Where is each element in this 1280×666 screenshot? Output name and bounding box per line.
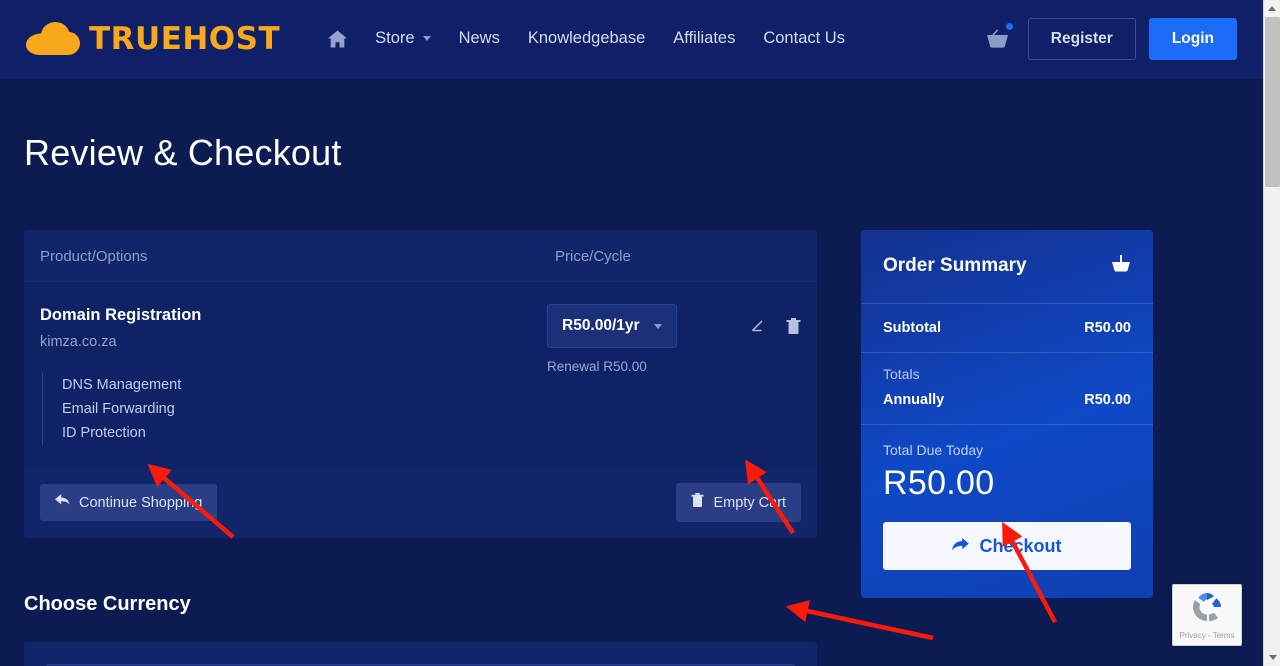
header-actions: Register Login (981, 17, 1237, 60)
scrollbar-up-arrow[interactable] (1264, 0, 1280, 17)
site-header: TRUEHOST Store News Knowledgebase Affili… (0, 0, 1263, 78)
login-button[interactable]: Login (1148, 17, 1237, 60)
browser-viewport: TRUEHOST Store News Knowledgebase Affili… (0, 0, 1263, 666)
chevron-down-icon (422, 36, 431, 41)
cart-table-header: Product/Options Price/Cycle (24, 230, 817, 282)
subtotal-value: R50.00 (1084, 320, 1131, 336)
renewal-price: Renewal R50.00 (547, 359, 647, 374)
summary-column: Order Summary Subtotal R50.00 Totals Ann… (861, 230, 1153, 598)
column-header-product: Product/Options (40, 248, 148, 265)
order-summary-title: Order Summary (883, 255, 1027, 276)
order-summary-header: Order Summary (861, 230, 1153, 304)
nav-item-label: Contact Us (763, 29, 845, 47)
nav-item-home[interactable] (314, 20, 361, 58)
table-row: Domain Registration kimza.co.za DNS Mana… (24, 282, 817, 469)
currency-panel: ZAR (24, 642, 817, 666)
cart-column: Product/Options Price/Cycle Domain Regis… (24, 230, 817, 666)
main-nav: Store News Knowledgebase Affiliates Cont… (314, 19, 859, 58)
addon-item: ID Protection (62, 425, 146, 441)
currency-heading: Choose Currency (24, 593, 191, 615)
summary-totals-block: Totals Annually R50.00 (861, 353, 1153, 425)
continue-shopping-button[interactable]: Continue Shopping (40, 484, 218, 521)
nav-item-news[interactable]: News (445, 19, 514, 58)
chevron-down-icon (654, 323, 662, 329)
cart-item-addons: DNS Management Email Forwarding ID Prote… (42, 373, 547, 445)
continue-shopping-label: Continue Shopping (79, 494, 203, 511)
pencil-icon[interactable] (750, 318, 767, 340)
checkout-label: Checkout (979, 535, 1062, 556)
nav-item-contact-us[interactable]: Contact Us (749, 19, 859, 58)
summary-subtotal-row: Subtotal R50.00 (861, 304, 1153, 353)
cart-item-price-cell: R50.00/1yr Renewal R50.00 (547, 304, 801, 445)
cart-badge-dot (1005, 22, 1013, 30)
nav-item-label: Knowledgebase (527, 29, 646, 47)
recaptcha-icon (1190, 590, 1224, 629)
price-block: R50.00/1yr Renewal R50.00 (547, 304, 677, 374)
annually-label: Annually (883, 392, 945, 408)
nav-item-label: Store (375, 29, 415, 47)
page-title: Review & Checkout (24, 132, 342, 173)
cart-button[interactable] (981, 22, 1015, 56)
nav-item-affiliates[interactable]: Affiliates (659, 19, 749, 58)
main-content: Review & Checkout Product/Options Price/… (0, 78, 1263, 666)
trash-icon (691, 493, 704, 512)
totals-label: Totals (883, 366, 920, 382)
nav-item-knowledgebase[interactable]: Knowledgebase (514, 19, 659, 58)
cart-footer: Continue Shopping Empty Cart (24, 469, 817, 538)
billing-cycle-select[interactable]: R50.00/1yr (547, 304, 677, 348)
checkout-button[interactable]: Checkout (883, 522, 1131, 570)
home-icon (328, 29, 348, 48)
logo-text: TRUEHOST (89, 20, 281, 57)
order-summary-panel: Order Summary Subtotal R50.00 Totals Ann… (861, 230, 1153, 598)
shopping-basket-icon (986, 28, 1009, 49)
cart-table: Product/Options Price/Cycle Domain Regis… (24, 230, 817, 538)
logo[interactable]: TRUEHOST (26, 21, 280, 57)
column-header-price: Price/Cycle (555, 248, 631, 265)
subtotal-label: Subtotal (883, 320, 941, 336)
basket-icon (1111, 255, 1131, 277)
empty-cart-button[interactable]: Empty Cart (676, 483, 801, 522)
empty-cart-label: Empty Cart (713, 494, 786, 511)
cart-item-name: Domain Registration (40, 306, 202, 324)
checkout-layout: Product/Options Price/Cycle Domain Regis… (24, 230, 1239, 666)
scrollbar-down-arrow[interactable] (1264, 649, 1280, 666)
cloud-logo-icon (26, 21, 80, 56)
trash-icon[interactable] (786, 318, 801, 340)
browser-scrollbar[interactable] (1263, 0, 1280, 666)
nav-item-label: News (458, 29, 500, 47)
recaptcha-label: Privacy - Terms (1179, 631, 1235, 640)
register-button[interactable]: Register (1027, 17, 1136, 60)
scrollbar-thumb[interactable] (1265, 17, 1280, 187)
addon-item: Email Forwarding (62, 401, 175, 417)
chevron-down-icon (1268, 655, 1277, 660)
summary-annually-row: Annually R50.00 (883, 392, 1131, 408)
cart-item-actions (750, 304, 801, 340)
arrow-right-icon (952, 536, 970, 557)
total-due-block: Total Due Today R50.00 (861, 425, 1153, 503)
total-due-label: Total Due Today (883, 442, 984, 458)
total-due-amount: R50.00 (883, 464, 995, 502)
billing-cycle-value: R50.00/1yr (562, 317, 640, 334)
annually-value: R50.00 (1084, 392, 1131, 408)
cart-item-domain: kimza.co.za (40, 334, 117, 350)
addon-item: DNS Management (62, 377, 182, 393)
cart-item-details: Domain Registration kimza.co.za DNS Mana… (40, 304, 547, 445)
nav-item-store[interactable]: Store (361, 19, 444, 58)
chevron-up-icon (1268, 6, 1276, 11)
nav-item-label: Affiliates (673, 29, 736, 47)
back-arrow-icon (55, 494, 70, 511)
recaptcha-badge[interactable]: Privacy - Terms (1172, 584, 1242, 646)
